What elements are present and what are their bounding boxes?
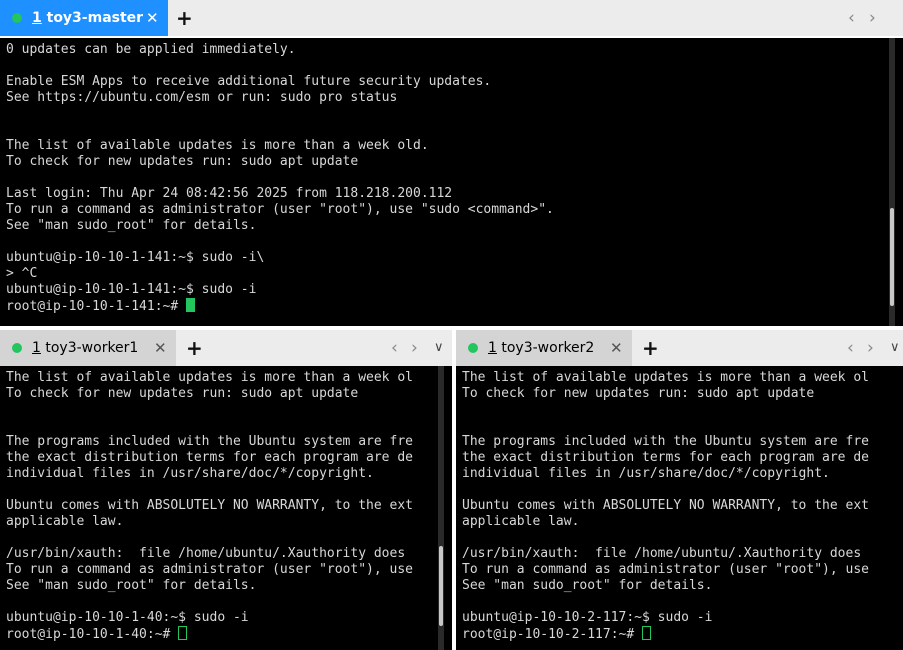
scrollbar-thumb[interactable] <box>890 208 894 306</box>
new-tab-button[interactable]: + <box>176 0 193 36</box>
terminal-line: The list of available updates is more th… <box>6 370 413 385</box>
terminal-line: The list of available updates is more th… <box>6 138 429 153</box>
close-tab-icon[interactable]: ✕ <box>146 9 159 27</box>
terminal-line: Enable ESM Apps to receive additional fu… <box>6 74 492 89</box>
terminal-line: applicable law. <box>462 514 580 529</box>
terminal-output: The list of available updates is more th… <box>462 370 869 643</box>
scroll-tabs-right-icon[interactable]: › <box>411 330 418 366</box>
status-dot-icon <box>12 343 22 353</box>
terminal-line: the exact distribution terms for each pr… <box>462 450 869 465</box>
text-cursor <box>642 626 652 640</box>
new-tab-button[interactable]: + <box>642 330 659 366</box>
terminal-line: applicable law. <box>6 514 124 529</box>
tab-label: toy3-worker1 <box>45 340 139 356</box>
tab-list-chevron-down-icon[interactable]: ∨ <box>434 330 444 366</box>
terminal-line: To run a command as administrator (user … <box>6 202 554 217</box>
terminal-line: the exact distribution terms for each pr… <box>6 450 413 465</box>
terminal-line: The programs included with the Ubuntu sy… <box>6 434 413 449</box>
close-tab-icon[interactable]: ✕ <box>610 339 623 357</box>
terminal-line: ubuntu@ip-10-10-1-141:~$ sudo -i <box>6 282 257 297</box>
terminal-line: /usr/bin/xauth: file /home/ubuntu/.Xauth… <box>462 546 862 561</box>
terminal-worker1[interactable]: The list of available updates is more th… <box>0 366 452 650</box>
tab-toy3-master[interactable]: 1 toy3-master ✕ <box>0 0 168 36</box>
terminal-output: The list of available updates is more th… <box>6 370 413 643</box>
left-tabbar: 1 toy3-worker1 ✕ + ‹ › ∨ <box>0 330 452 366</box>
tab-label: toy3-worker2 <box>501 340 595 356</box>
scrollbar[interactable] <box>438 366 444 650</box>
terminal-line: The list of available updates is more th… <box>462 370 869 385</box>
terminal-line: To check for new updates run: sudo apt u… <box>462 386 815 401</box>
scroll-tabs-left-icon[interactable]: ‹ <box>847 330 854 366</box>
terminal-top[interactable]: 0 updates can be applied immediately. En… <box>0 38 903 326</box>
tab-toy3-worker2[interactable]: 1 toy3-worker2 ✕ <box>456 330 632 366</box>
scroll-tabs-left-icon[interactable]: ‹ <box>391 330 398 366</box>
close-tab-icon[interactable]: ✕ <box>154 339 167 357</box>
shell-prompt: root@ip-10-10-1-40:~# <box>6 627 179 642</box>
tab-number: 1 <box>32 340 41 356</box>
shell-prompt: root@ip-10-10-2-117:~# <box>462 627 643 642</box>
terminal-line: To check for new updates run: sudo apt u… <box>6 386 359 401</box>
terminal-output: 0 updates can be applied immediately. En… <box>6 42 554 315</box>
terminal-line: Last login: Thu Apr 24 08:42:56 2025 fro… <box>6 186 453 201</box>
terminal-line: To run a command as administrator (user … <box>462 562 869 577</box>
scroll-tabs-right-icon[interactable]: › <box>869 0 876 36</box>
status-dot-icon <box>468 343 478 353</box>
scrollbar[interactable] <box>889 38 895 326</box>
top-tabbar: 1 toy3-master ✕ + ‹ › <box>0 0 903 36</box>
terminal-line: See "man sudo_root" for details. <box>6 218 257 233</box>
terminal-line: The programs included with the Ubuntu sy… <box>462 434 869 449</box>
terminal-line: individual files in /usr/share/doc/*/cop… <box>6 466 374 481</box>
tab-list-chevron-down-icon[interactable]: ∨ <box>890 330 900 366</box>
text-cursor <box>178 626 188 640</box>
right-tabbar: 1 toy3-worker2 ✕ + ‹ › ∨ <box>456 330 903 366</box>
terminal-line: 0 updates can be applied immediately. <box>6 42 296 57</box>
scroll-tabs-left-icon[interactable]: ‹ <box>848 0 855 36</box>
terminal-line: Ubuntu comes with ABSOLUTELY NO WARRANTY… <box>6 498 413 513</box>
terminal-worker2[interactable]: The list of available updates is more th… <box>456 366 903 650</box>
terminal-line: /usr/bin/xauth: file /home/ubuntu/.Xauth… <box>6 546 406 561</box>
new-tab-button[interactable]: + <box>186 330 203 366</box>
terminal-line: See https://ubuntu.com/esm or run: sudo … <box>6 90 398 105</box>
status-dot-icon <box>12 13 22 23</box>
terminal-line: ubuntu@ip-10-10-1-40:~$ sudo -i <box>6 610 249 625</box>
tab-number: 1 <box>488 340 497 356</box>
tab-number: 1 <box>32 10 42 26</box>
terminal-line: ubuntu@ip-10-10-1-141:~$ sudo -i\ <box>6 250 265 265</box>
terminal-line: To run a command as administrator (user … <box>6 562 413 577</box>
terminal-line: > ^C <box>6 266 38 281</box>
tab-label: toy3-master <box>46 10 144 26</box>
terminal-line: See "man sudo_root" for details. <box>6 578 257 593</box>
terminal-line: ubuntu@ip-10-10-2-117:~$ sudo -i <box>462 610 713 625</box>
tab-toy3-worker1[interactable]: 1 toy3-worker1 ✕ <box>0 330 176 366</box>
terminal-line: individual files in /usr/share/doc/*/cop… <box>462 466 830 481</box>
shell-prompt: root@ip-10-10-1-141:~# <box>6 299 187 314</box>
terminal-line: Ubuntu comes with ABSOLUTELY NO WARRANTY… <box>462 498 869 513</box>
scrollbar-thumb[interactable] <box>439 546 443 626</box>
terminal-line: See "man sudo_root" for details. <box>462 578 713 593</box>
text-cursor <box>186 298 196 312</box>
terminal-line: To check for new updates run: sudo apt u… <box>6 154 359 169</box>
scroll-tabs-right-icon[interactable]: › <box>867 330 874 366</box>
